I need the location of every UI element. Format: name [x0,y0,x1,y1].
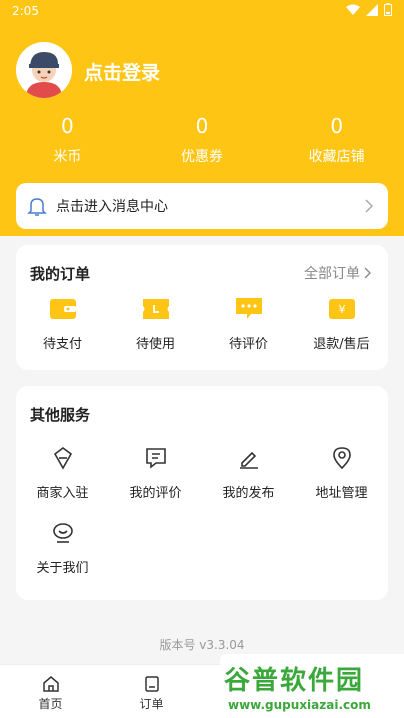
order-refund-aftersale[interactable]: ¥ 退款/售后 [295,295,388,366]
home-icon [42,676,59,692]
stat-label: 收藏店铺 [308,149,365,165]
svg-text:¥: ¥ [338,303,345,316]
merchant-icon [53,447,72,470]
tab-label: 首页 [38,697,63,711]
orders-title: 我的订单 [30,265,91,283]
stats-row: 0 米币 0 优惠券 0 收藏店铺 [0,114,404,166]
tab-home[interactable]: 首页 [0,665,101,718]
order-pending-payment[interactable]: 待支付 [16,295,109,366]
service-item-label: 我的发布 [222,486,275,501]
stat-coupons[interactable]: 0 优惠券 [135,114,270,166]
stat-coins[interactable]: 0 米币 [0,114,135,166]
wifi-icon [346,4,360,15]
chevron-right-icon [364,267,371,279]
status-time: 2:05 [12,4,39,18]
service-my-reviews[interactable]: 我的评价 [109,444,202,519]
all-orders-link[interactable]: 全部订单 [304,263,372,283]
stat-value: 0 [60,114,74,138]
service-merchant-join[interactable]: 商家入驻 [16,444,109,519]
about-icon [52,523,73,543]
review-icon [145,448,166,469]
wallet-icon [49,299,76,319]
stat-label: 优惠券 [181,149,223,165]
stat-label: 米币 [53,149,82,165]
order-item-label: 退款/售后 [313,337,370,352]
order-pending-use[interactable]: 待使用 [109,295,202,366]
services-title: 其他服务 [30,406,91,424]
ticket-icon [142,299,169,319]
service-item-label: 关于我们 [36,561,89,576]
avatar[interactable] [16,42,72,98]
watermark-url: www.gupuxiazai.com [228,698,371,712]
stat-value: 0 [330,114,344,138]
stat-favorite-shops[interactable]: 0 收藏店铺 [269,114,404,166]
message-center-label: 点击进入消息中心 [56,199,168,215]
service-address-management[interactable]: 地址管理 [295,444,388,519]
edit-icon [239,451,258,469]
service-item-label: 我的评价 [129,486,182,501]
service-item-label: 地址管理 [315,486,368,501]
login-link[interactable]: 点击登录 [84,58,160,85]
comment-icon [235,298,262,319]
refund-icon: ¥ [328,299,355,319]
service-about-us[interactable]: 关于我们 [16,519,109,594]
tab-orders[interactable]: 订单 [101,665,202,718]
tab-label: 订单 [139,697,164,711]
other-services-card: 其他服务 商家入驻 我的评价 我的发布 地址管理 关于我们 [16,386,388,600]
my-orders-card: 我的订单 全部订单 待支付 待使用 待评价 ¥ 退款/售后 [16,245,388,370]
order-pending-review[interactable]: 待评价 [202,295,295,366]
all-orders-label: 全部订单 [304,266,360,282]
battery-icon [384,3,392,16]
stat-value: 0 [195,114,209,138]
signal-icon [366,3,378,16]
order-icon [144,676,159,692]
order-item-label: 待评价 [228,337,268,352]
order-item-label: 待支付 [42,337,82,352]
watermark-logo: 谷普软件园 www.gupuxiazai.com [220,654,404,718]
message-center-bar[interactable]: 点击进入消息中心 [16,183,388,229]
version-text: 版本号 v3.3.04 [159,638,245,652]
bell-icon [27,198,47,216]
status-bar: 2:05 [0,0,404,24]
watermark-main-text: 谷普软件园 [224,666,365,696]
chevron-right-icon [365,199,374,213]
service-my-posts[interactable]: 我的发布 [202,444,295,519]
order-item-label: 待使用 [135,337,175,352]
location-icon [332,447,351,470]
service-item-label: 商家入驻 [36,486,89,501]
